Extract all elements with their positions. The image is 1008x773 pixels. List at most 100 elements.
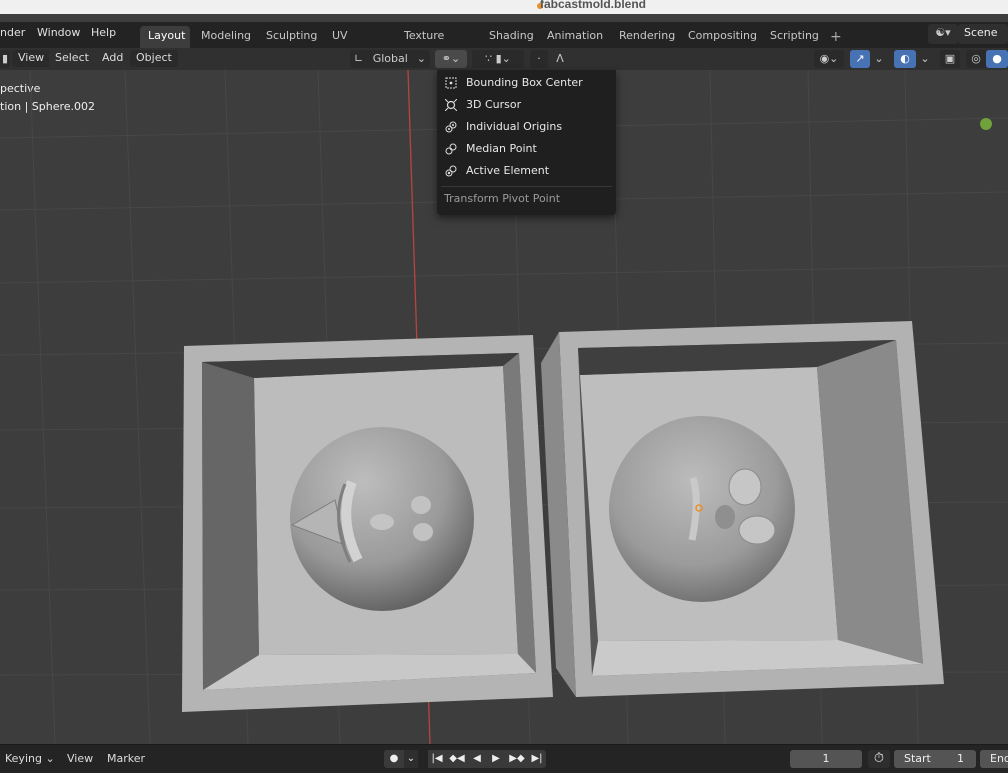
- tab-compositing[interactable]: Compositing: [680, 26, 765, 48]
- prev-keyframe-icon: ◆◀: [449, 753, 465, 764]
- view-menu[interactable]: View: [12, 50, 51, 67]
- orientation-label: Global: [372, 52, 408, 65]
- keying-set-dropdown[interactable]: ⌄: [404, 750, 418, 768]
- tab-texture-paint[interactable]: Texture Paint: [396, 26, 452, 62]
- keying-label: Keying: [5, 752, 42, 765]
- overlays-toggle[interactable]: ◐: [894, 50, 916, 68]
- jump-start-button[interactable]: |◀: [428, 750, 446, 768]
- editor-type-icon[interactable]: ▮: [0, 50, 10, 68]
- scene-selector-icon[interactable]: ☯▾: [928, 24, 958, 44]
- pivot-item-label: Active Element: [466, 164, 550, 177]
- pivot-item-individual-origins[interactable]: Individual Origins: [437, 117, 616, 137]
- proportional-edit-icon: ·: [537, 52, 541, 65]
- prev-keyframe-button[interactable]: ◆◀: [446, 750, 468, 768]
- window-titlebar: fabcastmold.blend: [0, 0, 1008, 14]
- pivot-item-label: Median Point: [466, 142, 537, 155]
- tab-uv-editing[interactable]: UV Editing: [324, 26, 378, 62]
- pivot-item-median-point[interactable]: Median Point: [437, 139, 616, 159]
- cursor-3d-icon: [445, 99, 457, 111]
- add-menu[interactable]: Add: [96, 50, 130, 67]
- marker-menu[interactable]: Marker: [107, 752, 145, 765]
- pivot-point-icon: ⚭⌄: [441, 52, 461, 65]
- pivot-item-bounding-box-center[interactable]: Bounding Box Center: [437, 73, 616, 93]
- scene-name-field[interactable]: Scene: [958, 24, 1008, 44]
- pivot-point-menu: Bounding Box Center 3D Cursor Individual…: [437, 70, 616, 215]
- start-frame-field[interactable]: Start 1: [894, 750, 976, 768]
- overlays-dropdown[interactable]: ⌄: [918, 50, 932, 68]
- gizmo-dropdown[interactable]: ⌄: [872, 50, 886, 68]
- left-mold: [182, 335, 553, 712]
- overlays-icon: ◐: [900, 52, 910, 65]
- tab-sculpting[interactable]: Sculpting: [258, 26, 325, 48]
- next-keyframe-button[interactable]: ▶◆: [506, 750, 528, 768]
- end-frame-field[interactable]: End: [980, 750, 1008, 768]
- play-reverse-icon: ◀: [473, 753, 481, 764]
- pivot-menu-title: Transform Pivot Point: [444, 192, 561, 205]
- chevron-down-icon: ⌄: [406, 753, 416, 764]
- next-keyframe-icon: ▶◆: [509, 753, 525, 764]
- tab-modeling[interactable]: Modeling: [193, 26, 259, 48]
- wireframe-shading-button[interactable]: ◎: [966, 50, 986, 68]
- tab-scripting[interactable]: Scripting: [762, 26, 827, 48]
- solid-sphere-icon: ●: [992, 52, 1002, 65]
- wireframe-sphere-icon: ◎: [971, 52, 981, 65]
- stopwatch-icon[interactable]: ⏱: [868, 750, 890, 768]
- timeline-view-menu[interactable]: View: [67, 752, 93, 765]
- xray-toggle[interactable]: ▣: [940, 50, 960, 68]
- transform-orientation-dropdown[interactable]: ∟ Global ⌄: [350, 50, 430, 68]
- pivot-item-label: 3D Cursor: [466, 98, 522, 111]
- tab-animation[interactable]: Animation: [539, 26, 611, 48]
- orientation-axes-icon: ∟: [354, 52, 364, 65]
- individual-origins-icon: [445, 121, 457, 133]
- menu-divider: [441, 186, 612, 187]
- tab-layout[interactable]: Layout: [140, 26, 190, 48]
- xray-icon: ▣: [944, 52, 956, 65]
- chevron-down-icon: ⌄: [45, 752, 55, 765]
- jump-end-icon: ▶|: [531, 753, 543, 764]
- bounding-box-center-icon: [445, 77, 457, 89]
- select-menu[interactable]: Select: [49, 50, 95, 67]
- visibility-button[interactable]: ◉⌄: [814, 50, 844, 68]
- proportional-edit-button[interactable]: ·: [530, 50, 548, 68]
- chevron-down-icon: ⌄: [416, 52, 426, 65]
- right-mold: [541, 321, 944, 697]
- object-menu[interactable]: Object: [130, 50, 178, 67]
- menu-window[interactable]: Window: [37, 26, 80, 39]
- current-frame-field[interactable]: 1: [790, 750, 862, 768]
- play-icon: ▶: [492, 753, 500, 764]
- window-title: fabcastmold.blend: [540, 0, 647, 11]
- pivot-item-label: Individual Origins: [466, 120, 563, 133]
- solid-shading-button[interactable]: ●: [986, 50, 1008, 68]
- menu-render[interactable]: nder: [0, 26, 25, 39]
- record-icon: ●: [389, 753, 399, 764]
- tab-rendering[interactable]: Rendering: [611, 26, 683, 48]
- jump-start-icon: |◀: [431, 753, 443, 764]
- gizmo-toggle[interactable]: ↗: [850, 50, 870, 68]
- play-button[interactable]: ▶: [486, 750, 506, 768]
- chevron-down-icon: ⌄: [920, 52, 930, 65]
- pivot-item-label: Bounding Box Center: [466, 76, 583, 89]
- keying-menu[interactable]: Keying ⌄: [5, 752, 55, 765]
- falloff-button[interactable]: Λ: [550, 50, 570, 68]
- add-workspace-icon[interactable]: +: [830, 29, 842, 45]
- chevron-down-icon: ⌄: [874, 52, 884, 65]
- falloff-curve-icon: Λ: [556, 52, 564, 65]
- start-value: 1: [957, 752, 964, 765]
- menu-help[interactable]: Help: [91, 26, 116, 39]
- end-label: End: [990, 752, 1008, 765]
- eye-icon: ◉⌄: [819, 52, 839, 65]
- jump-end-button[interactable]: ▶|: [528, 750, 546, 768]
- pivot-item-active-element[interactable]: Active Element: [437, 161, 616, 181]
- active-element-icon: [445, 165, 457, 177]
- pivot-point-button[interactable]: ⚭⌄: [435, 50, 467, 68]
- snap-magnet-icon: ∵ ▮⌄: [485, 52, 511, 65]
- pivot-item-3d-cursor[interactable]: 3D Cursor: [437, 95, 616, 115]
- play-reverse-button[interactable]: ◀: [468, 750, 486, 768]
- tab-shading[interactable]: Shading: [481, 26, 542, 48]
- gizmo-icon: ↗: [855, 52, 865, 65]
- light-object-icon: [980, 118, 992, 130]
- snap-button[interactable]: ∵ ▮⌄: [472, 50, 524, 68]
- auto-keying-button[interactable]: ●: [384, 750, 404, 768]
- median-point-icon: [445, 143, 457, 155]
- start-label: Start: [904, 752, 931, 765]
